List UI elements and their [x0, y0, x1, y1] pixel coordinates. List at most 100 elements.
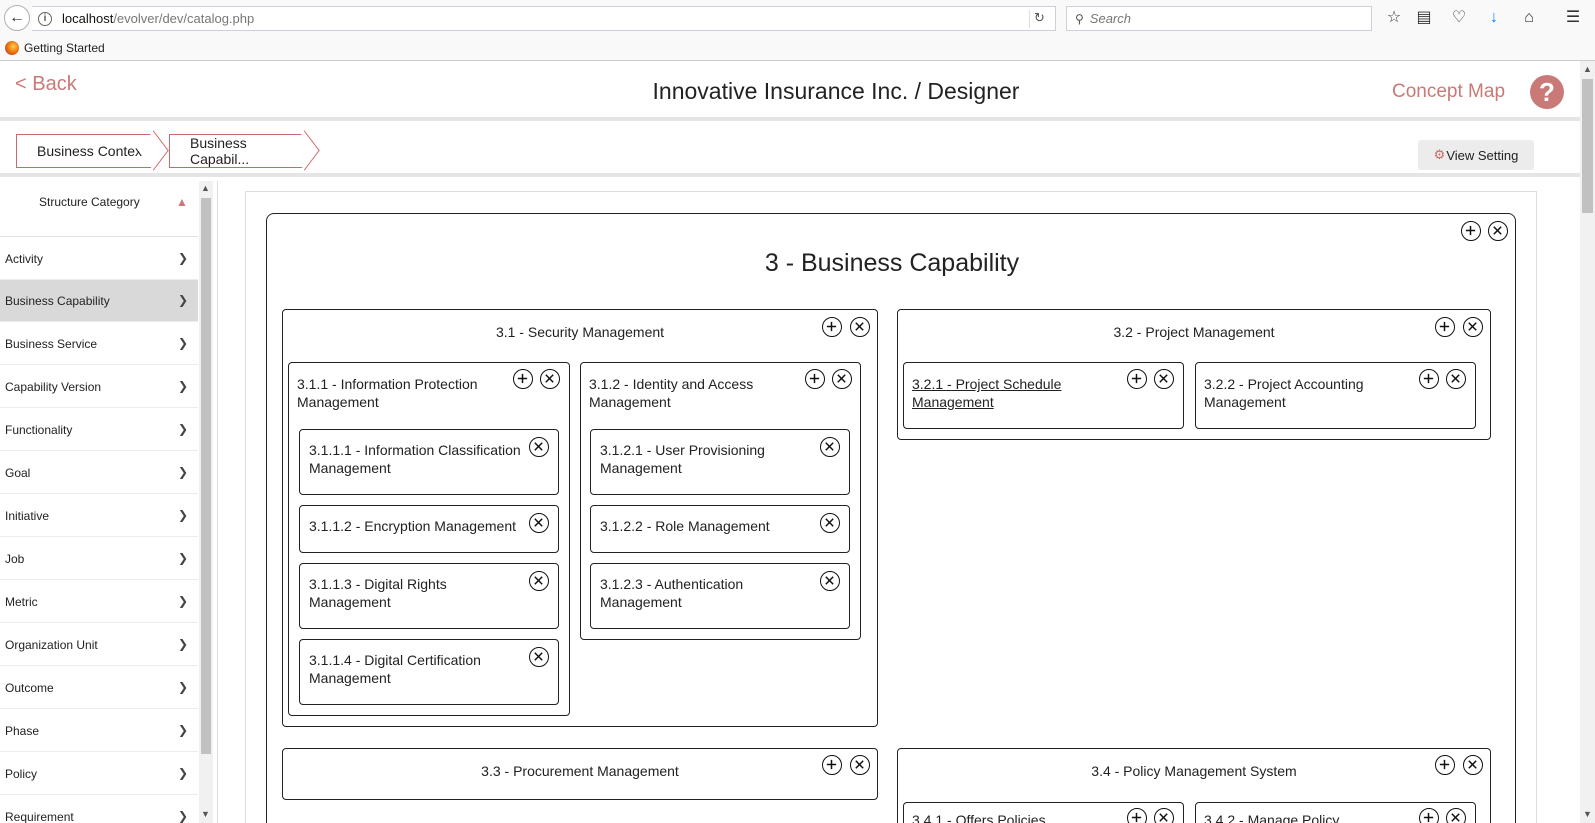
- page-title: Innovative Insurance Inc. / Designer: [652, 78, 1020, 104]
- scroll-up-icon[interactable]: ▲: [1583, 64, 1592, 74]
- page-scroll-thumb[interactable]: [1582, 79, 1593, 213]
- add-icon[interactable]: [1419, 808, 1439, 823]
- group-title: 3.4 - Policy Management System: [1091, 763, 1297, 779]
- close-icon[interactable]: [820, 513, 840, 533]
- capability-item-3-1-2-2[interactable]: 3.1.2.2 - Role Management: [590, 505, 850, 553]
- add-icon[interactable]: [822, 755, 842, 775]
- close-icon[interactable]: [820, 571, 840, 591]
- add-icon[interactable]: [1127, 369, 1147, 389]
- sidebar-item-goal[interactable]: Goal ❯: [0, 452, 198, 494]
- gear-icon: ⚙: [1433, 147, 1446, 162]
- app-header: < Back Innovative Insurance Inc. / Desig…: [0, 61, 1580, 121]
- close-icon[interactable]: [1154, 369, 1174, 389]
- item-title: 3.1.1.3 - Digital Rights Management: [309, 576, 447, 610]
- add-icon[interactable]: [1419, 369, 1439, 389]
- add-icon[interactable]: [1461, 221, 1481, 241]
- item-title: 3.1.1.2 - Encryption Management: [309, 518, 517, 534]
- chevron-right-icon: ❯: [177, 379, 188, 393]
- hierarchy-icon[interactable]: ▲: [176, 195, 188, 209]
- add-icon[interactable]: [1127, 808, 1147, 823]
- chevron-right-icon: ❯: [177, 809, 188, 823]
- download-icon[interactable]: ↓: [1484, 8, 1504, 28]
- sidebar-item-policy[interactable]: Policy ❯: [0, 753, 198, 795]
- close-icon[interactable]: [820, 437, 840, 457]
- capability-item-3-1-2-3[interactable]: 3.1.2.3 - Authentication Management: [590, 563, 850, 629]
- close-icon[interactable]: [1446, 808, 1466, 823]
- close-icon[interactable]: [529, 437, 549, 457]
- pocket-icon[interactable]: ♡: [1449, 8, 1469, 28]
- item-title: 3.1.1.4 - Digital Certification Manageme…: [309, 652, 481, 686]
- sidebar-item-activity[interactable]: Activity ❯: [0, 238, 198, 280]
- url-bar[interactable]: i localhost/evolver/dev/catalog.php ↻: [32, 6, 1056, 31]
- sidebar-item-capability-version[interactable]: Capability Version ❯: [0, 366, 198, 408]
- chevron-right-icon: ❯: [177, 551, 188, 565]
- sidebar-item-business-service[interactable]: Business Service ❯: [0, 323, 198, 365]
- sidebar-item-phase[interactable]: Phase ❯: [0, 710, 198, 752]
- chevron-right-icon: ❯: [177, 293, 188, 307]
- close-icon[interactable]: [850, 755, 870, 775]
- close-icon[interactable]: [1463, 317, 1483, 337]
- scroll-down-icon[interactable]: ▼: [201, 809, 210, 819]
- breadcrumb-business-capability[interactable]: Business Capabil...: [169, 134, 305, 168]
- add-icon[interactable]: [1435, 755, 1455, 775]
- concept-map-link[interactable]: Concept Map: [1392, 81, 1505, 103]
- sidebar-item-metric[interactable]: Metric ❯: [0, 581, 198, 623]
- page-scrollbar[interactable]: ▲ ▼: [1580, 61, 1595, 823]
- capability-item-3-1-1-4[interactable]: 3.1.1.4 - Digital Certification Manageme…: [299, 639, 559, 705]
- view-setting-button[interactable]: ⚙ View Setting: [1418, 140, 1534, 170]
- reload-icon[interactable]: ↻: [1029, 10, 1049, 28]
- sidebar-item-label: Job: [5, 551, 25, 566]
- add-icon[interactable]: [822, 317, 842, 337]
- close-icon[interactable]: [529, 647, 549, 667]
- sidebar-item-outcome[interactable]: Outcome ❯: [0, 667, 198, 709]
- capability-item-3-1-2-1[interactable]: 3.1.2.1 - User Provisioning Management: [590, 429, 850, 495]
- group-title: 3.2.2 - Project Accounting Management: [1204, 376, 1364, 410]
- sidebar-item-label: Business Service: [5, 336, 98, 351]
- sidebar-item-organization-unit[interactable]: Organization Unit ❯: [0, 624, 198, 666]
- browser-back-icon[interactable]: ←: [4, 5, 30, 31]
- firefox-icon: [5, 41, 19, 55]
- close-icon[interactable]: [540, 369, 560, 389]
- group-title-link[interactable]: 3.2.1 - Project Schedule Management: [912, 375, 1112, 411]
- close-icon[interactable]: [1488, 221, 1508, 241]
- capability-item-3-1-1-3[interactable]: 3.1.1.3 - Digital Rights Management: [299, 563, 559, 629]
- close-icon[interactable]: [1463, 755, 1483, 775]
- close-icon[interactable]: [1154, 808, 1174, 823]
- add-icon[interactable]: [805, 369, 825, 389]
- star-icon[interactable]: ☆: [1384, 8, 1404, 28]
- capability-item-3-1-1-1[interactable]: 3.1.1.1 - Information Classification Man…: [299, 429, 559, 495]
- close-icon[interactable]: [1446, 369, 1466, 389]
- chevron-right-icon: ❯: [177, 336, 188, 350]
- add-icon[interactable]: [513, 369, 533, 389]
- item-title: 3.1.2.1 - User Provisioning Management: [600, 442, 765, 476]
- menu-icon[interactable]: ☰: [1563, 8, 1583, 28]
- chevron-right-icon: ❯: [177, 251, 188, 265]
- scroll-down-icon[interactable]: ▼: [1583, 809, 1592, 819]
- close-icon[interactable]: [529, 513, 549, 533]
- library-icon[interactable]: ▤: [1414, 8, 1434, 28]
- group-title: 3.1.1 - Information Protection Managemen…: [297, 376, 478, 410]
- sidebar-scrollbar[interactable]: ▲ ▼: [199, 181, 213, 823]
- sidebar-item-initiative[interactable]: Initiative ❯: [0, 495, 198, 537]
- capability-group-3-3[interactable]: 3.3 - Procurement Management: [282, 748, 878, 800]
- browser-search-input[interactable]: ⚲ Search: [1066, 6, 1372, 31]
- add-icon[interactable]: [1435, 317, 1455, 337]
- sidebar-item-business-capability[interactable]: Business Capability ❯: [0, 280, 198, 322]
- close-icon[interactable]: [850, 317, 870, 337]
- chevron-right-icon: ❯: [177, 508, 188, 522]
- group-title: 3.2 - Project Management: [1113, 324, 1275, 340]
- bookmark-getting-started[interactable]: Getting Started: [24, 41, 105, 55]
- info-icon[interactable]: i: [38, 11, 52, 26]
- sidebar-item-functionality[interactable]: Functionality ❯: [0, 409, 198, 451]
- scroll-up-icon[interactable]: ▲: [201, 183, 210, 193]
- sidebar-scroll-thumb[interactable]: [201, 198, 211, 754]
- close-icon[interactable]: [529, 571, 549, 591]
- home-icon[interactable]: ⌂: [1519, 8, 1539, 28]
- breadcrumb-business-context[interactable]: Business Context: [16, 134, 154, 168]
- capability-item-3-1-1-2[interactable]: 3.1.1.2 - Encryption Management: [299, 505, 559, 553]
- help-button[interactable]: ?: [1530, 75, 1564, 109]
- sidebar-item-job[interactable]: Job ❯: [0, 538, 198, 580]
- sidebar-item-requirement[interactable]: Requirement ❯: [0, 796, 198, 823]
- sidebar-item-label: Activity: [5, 251, 44, 266]
- close-icon[interactable]: [832, 369, 852, 389]
